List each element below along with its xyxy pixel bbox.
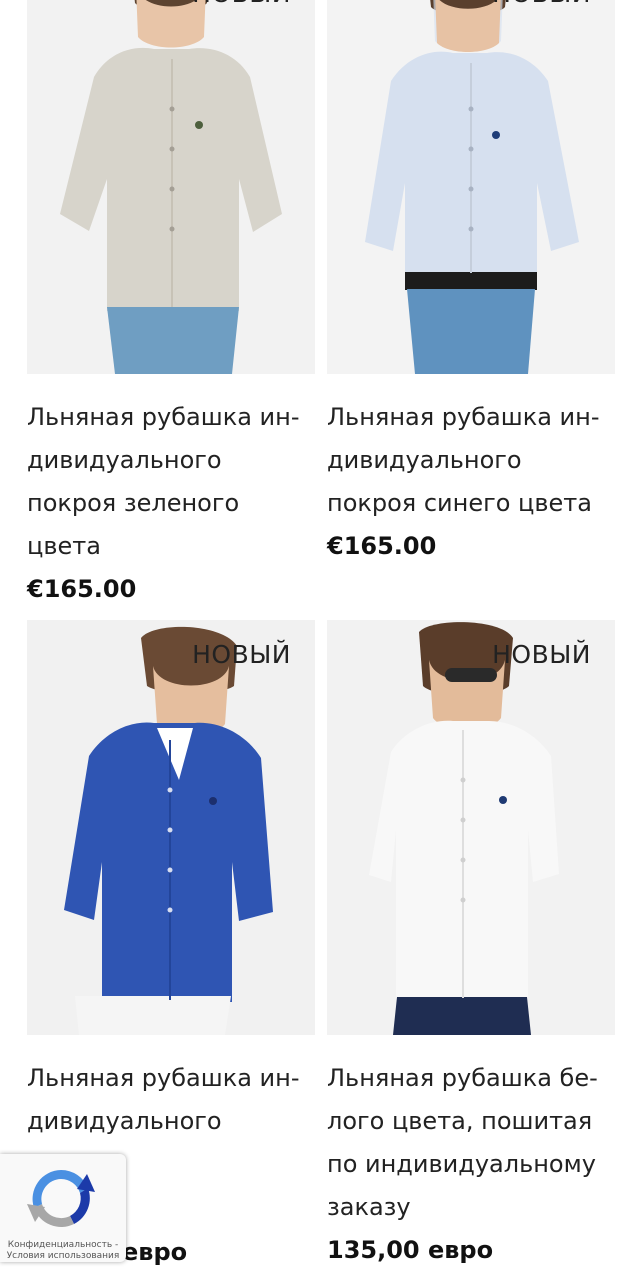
recaptcha-badge[interactable]: Конфиденциальность - Условия использован…	[0, 1154, 126, 1262]
shirt-model-image	[327, 0, 615, 374]
product-title[interactable]: Льняная рубашка ин-дивидуального покроя …	[27, 396, 315, 568]
product-price: евро	[122, 1238, 188, 1266]
product-card[interactable]: НОВЫЙ Льняная рубашка ин-дивидуального п…	[327, 0, 615, 560]
shirt-model-image	[327, 620, 615, 1035]
product-price: €165.00	[27, 575, 137, 603]
new-badge: НОВЫЙ	[192, 0, 291, 8]
terms-link[interactable]: Условия использования	[7, 1251, 120, 1261]
product-image[interactable]: НОВЫЙ	[327, 0, 615, 374]
privacy-link[interactable]: Конфиденциальность	[8, 1240, 112, 1250]
recaptcha-links: Конфиденциальность - Условия использован…	[4, 1240, 122, 1262]
new-badge: НОВЫЙ	[192, 640, 291, 669]
new-badge: НОВЫЙ	[492, 640, 591, 669]
product-title[interactable]: Льняная рубашка ин-дивидуального покроя …	[327, 396, 615, 525]
product-card[interactable]: НОВЫЙ Льняная рубашка ин-дивидуального п…	[27, 0, 315, 603]
product-image[interactable]: НОВЫЙ	[27, 620, 315, 1035]
new-badge: НОВЫЙ	[492, 0, 591, 8]
shirt-model-image	[27, 620, 315, 1035]
product-grid-page: НОВЫЙ Льняная рубашка ин-дивидуального п…	[0, 0, 641, 1280]
product-image[interactable]: НОВЫЙ	[27, 0, 315, 374]
link-separator: -	[115, 1240, 119, 1250]
product-image[interactable]: НОВЫЙ	[327, 620, 615, 1035]
product-card[interactable]: НОВЫЙ Льняная рубашка бе-лого цвета, пош…	[327, 620, 615, 1264]
shirt-model-image	[27, 0, 315, 374]
product-price: €165.00	[327, 532, 437, 560]
product-price: 135,00 евро	[327, 1236, 494, 1264]
product-title[interactable]: Льняная рубашка бе-лого цвета, пошитая п…	[327, 1057, 615, 1229]
recaptcha-icon	[27, 1169, 95, 1227]
